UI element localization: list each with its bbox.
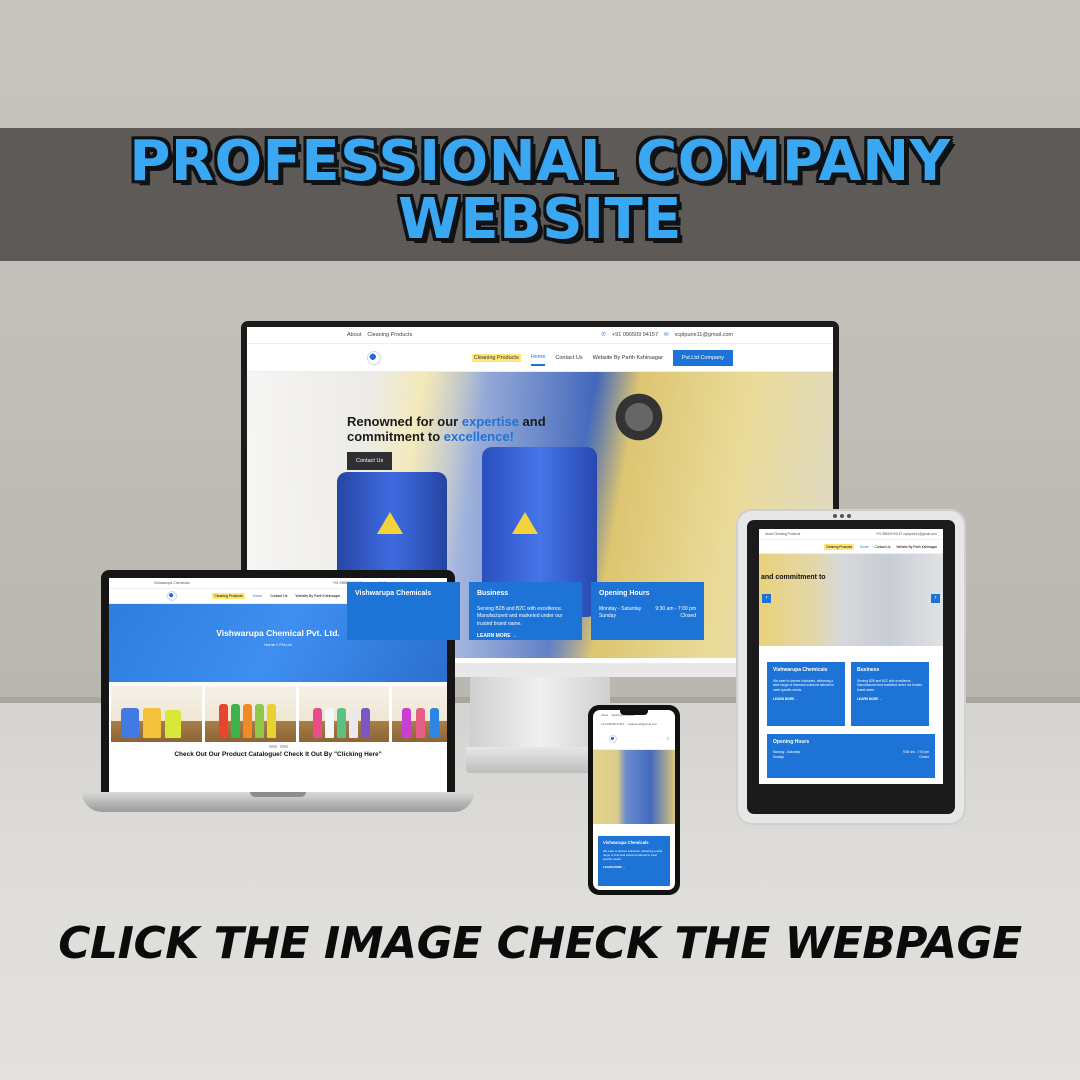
tablet[interactable]: About Cleaning Products +91 096509 94157… bbox=[738, 511, 964, 823]
product-image[interactable] bbox=[111, 686, 202, 742]
breadcrumb[interactable]: Home » Pvt.Ltd bbox=[109, 642, 447, 647]
headline: PROFESSIONAL COMPANY WEBSITE bbox=[0, 134, 1080, 250]
nav-cleaning-products[interactable]: Cleaning Products bbox=[823, 543, 855, 550]
catalog-link[interactable]: Check Out Our Product Catalogue! Check I… bbox=[109, 751, 447, 758]
topbar-email: vcplpune11@gmail.com bbox=[674, 332, 733, 338]
card-title: Vishwarupa Chemicals bbox=[603, 840, 649, 845]
card-title: Vishwarupa Chemicals bbox=[773, 667, 828, 673]
learn-more-link[interactable]: LEARN MORE → bbox=[477, 633, 574, 641]
nav-cleaning-products[interactable]: Cleaning Products bbox=[212, 593, 245, 599]
card-vishwarupa[interactable]: Vishwarupa Chemicals We cater to diverse… bbox=[598, 836, 670, 886]
prev-arrow-icon[interactable]: ‹ bbox=[762, 594, 771, 603]
card-business[interactable]: Business Serving B2B and B2C with excell… bbox=[469, 582, 582, 640]
product-image[interactable] bbox=[204, 686, 296, 742]
card-text: We cater to diverse industries, deliveri… bbox=[773, 678, 834, 692]
hero-text: and commitment to bbox=[761, 574, 826, 581]
card-text: Serving B2B and B2C with excellence. Man… bbox=[477, 605, 563, 627]
tablet-navbar: Cleaning Products Home Contact Us Websit… bbox=[759, 540, 943, 554]
topbar-about-link[interactable]: About bbox=[601, 713, 608, 717]
learn-more-link[interactable]: LEARN MORE → bbox=[773, 697, 839, 702]
nav-website-by[interactable]: Website By Parth Kshirsagar bbox=[295, 594, 340, 598]
desktop-cards: Vishwarupa Chemicals Business Serving B2… bbox=[347, 582, 704, 640]
card-opening-hours[interactable]: Opening Hours Monday - Saturday 9:30 am -… bbox=[591, 582, 704, 640]
desktop-navbar: Cleaning Products Home Contact Us Websit… bbox=[247, 344, 833, 372]
card-title: Vishwarupa Chemicals bbox=[355, 590, 432, 597]
topbar-contact: +91 096509 94157 vcplpune11@gmail.com bbox=[875, 532, 937, 536]
card-business[interactable]: Business Serving B2B and B2C with excell… bbox=[851, 662, 929, 726]
learn-more-link[interactable]: LEARN MORE → bbox=[603, 865, 665, 869]
next-arrow-icon[interactable]: › bbox=[931, 594, 940, 603]
topbar-email: vcplpune11@gmail.com bbox=[627, 722, 658, 726]
hazard-icon bbox=[377, 512, 403, 534]
card-title: Opening Hours bbox=[599, 590, 650, 597]
topbar-phone: +91 096509 94157 bbox=[601, 722, 625, 726]
phone-hero bbox=[593, 750, 675, 824]
hero-heading: Renowned for our expertise and commitmen… bbox=[347, 414, 546, 444]
tablet-hero: and commitment to ‹ › bbox=[759, 554, 943, 646]
card-text: We cater to diverse industries, deliveri… bbox=[603, 849, 663, 861]
opening-hours-card[interactable]: Opening Hours Monday - Saturday 9:30 am -… bbox=[767, 734, 935, 778]
card-vishwarupa[interactable]: Vishwarupa Chemicals bbox=[347, 582, 460, 640]
tablet-cards: Vishwarupa Chemicals We cater to diverse… bbox=[759, 646, 943, 726]
tablet-topbar: About Cleaning Products +91 096509 94157… bbox=[759, 529, 943, 540]
card-vishwarupa[interactable]: Vishwarupa Chemicals We cater to diverse… bbox=[767, 662, 845, 726]
company-logo[interactable] bbox=[367, 350, 381, 365]
nav-contact-us[interactable]: Contact Us bbox=[555, 355, 582, 361]
desktop-topbar: About Cleaning Products ✆ +91 096509 941… bbox=[247, 327, 833, 344]
phone-icon: ✆ bbox=[601, 332, 606, 338]
card-title: Business bbox=[477, 590, 509, 597]
laptop-notch bbox=[250, 792, 306, 797]
card-title: Business bbox=[857, 667, 880, 673]
hamburger-icon[interactable]: ≡ bbox=[667, 736, 669, 741]
headline-line-2: WEBSITE bbox=[398, 187, 682, 252]
tablet-bezel: About Cleaning Products +91 096509 94157… bbox=[747, 520, 955, 814]
company-logo[interactable] bbox=[167, 591, 177, 601]
mail-icon: ✉ bbox=[664, 332, 669, 338]
nav-home[interactable]: Home bbox=[253, 594, 262, 598]
phone[interactable]: About Cleaning Products +91 096509 94157… bbox=[588, 705, 680, 895]
topbar-links[interactable]: About Cleaning Products bbox=[765, 532, 800, 536]
nav-website-by[interactable]: Website By Parth Kshirsagar bbox=[593, 355, 663, 361]
nav-website-by[interactable]: Website By Parth Kshirsagar bbox=[896, 545, 937, 549]
topbar-about-link[interactable]: About bbox=[347, 332, 361, 338]
tablet-camera bbox=[828, 514, 856, 519]
card-title: Opening Hours bbox=[773, 739, 810, 745]
card-text: Serving B2B and B2C with excellence. Man… bbox=[857, 678, 923, 692]
carousel-dots[interactable] bbox=[109, 745, 447, 748]
topbar-phone: +91 096509 94157 bbox=[611, 332, 659, 338]
phone-screen[interactable]: About Cleaning Products +91 096509 94157… bbox=[593, 710, 675, 890]
nav-contact-us[interactable]: Contact Us bbox=[875, 545, 891, 549]
nav-pvt-ltd-button[interactable]: Pvt.Ltd Company bbox=[672, 349, 733, 366]
topbar-cleaning-link[interactable]: Cleaning Products bbox=[367, 332, 412, 338]
headline-line-1: PROFESSIONAL COMPANY bbox=[129, 129, 951, 194]
phone-contact-bar: +91 096509 94157 vcplpune11@gmail.com bbox=[593, 720, 675, 728]
hero-contact-button[interactable]: Contact Us bbox=[347, 452, 393, 470]
nav-contact-us[interactable]: Contact Us bbox=[270, 594, 287, 598]
product-image[interactable] bbox=[298, 686, 390, 742]
nav-home[interactable]: Home bbox=[530, 350, 546, 366]
product-image[interactable] bbox=[392, 686, 447, 742]
nav-home[interactable]: Home bbox=[860, 545, 869, 549]
tablet-screen[interactable]: About Cleaning Products +91 096509 94157… bbox=[759, 529, 943, 784]
gas-mask-image bbox=[609, 382, 669, 452]
phone-notch bbox=[620, 710, 648, 715]
product-carousel[interactable] bbox=[109, 682, 447, 742]
hazard-icon-2 bbox=[512, 512, 538, 534]
company-logo[interactable] bbox=[609, 734, 617, 743]
learn-more-link[interactable]: LEARN MORE → bbox=[857, 697, 923, 702]
phone-navbar: ≡ bbox=[593, 728, 675, 750]
cta-text[interactable]: CLICK THE IMAGE CHECK THE WEBPAGE bbox=[0, 918, 1080, 969]
nav-cleaning-products[interactable]: Cleaning Products bbox=[471, 353, 521, 362]
topbar-company: Vishwarupa Chemicals bbox=[154, 581, 190, 585]
